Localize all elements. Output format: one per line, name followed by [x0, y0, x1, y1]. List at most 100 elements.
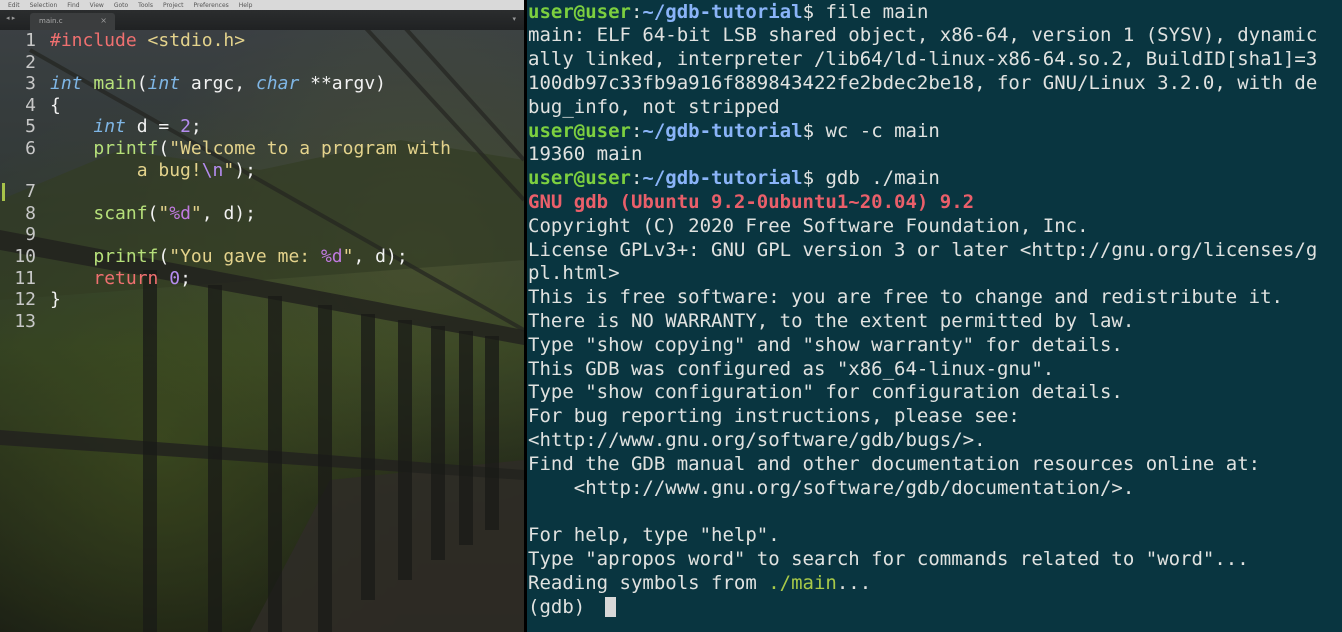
code-text: scanf("%d", d);	[50, 203, 256, 225]
code-line: 6 printf("Welcome to a program with a bu…	[0, 138, 524, 181]
terminal-text: Find the GDB manual and other documentat…	[528, 452, 1261, 475]
menu-item-project[interactable]: Project	[163, 2, 184, 9]
terminal-line: (gdb)	[528, 596, 616, 620]
terminal-line: user@user:~/gdb-tutorial$ gdb ./main	[528, 167, 940, 191]
terminal-line: For bug reporting instructions, please s…	[528, 405, 1020, 429]
line-number: 4	[25, 94, 36, 116]
tab-nav-arrows-icon[interactable]: ◂ ▸	[6, 14, 15, 22]
terminal-line: Type "show copying" and "show warranty" …	[528, 334, 1123, 358]
code-token: scanf	[93, 202, 148, 224]
terminal-line: For help, type "help".	[528, 524, 780, 548]
code-token: #include	[50, 30, 137, 51]
line-number: 8	[25, 202, 36, 224]
code-line: 4{	[0, 95, 524, 117]
menu-item-tools[interactable]: Tools	[138, 2, 153, 9]
line-number: 7	[25, 181, 36, 203]
menu-item-find[interactable]: Find	[67, 2, 79, 9]
code-text: printf("Welcome to a program with a bug!…	[50, 138, 451, 181]
prompt-path: ~/gdb-tutorial	[642, 119, 803, 142]
line-number: 12	[14, 289, 36, 311]
terminal-text: For help, type "help".	[528, 524, 780, 547]
code-token: (	[136, 73, 148, 95]
terminal-text: Copyright (C) 2020 Free Software Foundat…	[528, 214, 1089, 237]
menu-item-edit[interactable]: Edit	[8, 2, 20, 9]
code-token: ;	[190, 116, 202, 138]
code-text: {	[50, 95, 61, 117]
terminal-line: GNU gdb (Ubuntu 9.2-0ubuntu1~20.04) 9.2	[528, 191, 974, 215]
terminal-line: Find the GDB manual and other documentat…	[528, 453, 1260, 477]
prompt-user: user@user	[528, 119, 631, 142]
code-token: "	[158, 202, 170, 224]
code-token: (	[147, 202, 159, 224]
terminal-text: 100db97c33fb9a916f889843422fe2bdec2be18,…	[528, 71, 1318, 94]
code-token: argc,	[180, 73, 256, 95]
code-token: <stdio.h>	[147, 30, 246, 51]
menu-item-view[interactable]: View	[90, 2, 104, 9]
terminal-text: $ file main	[802, 0, 929, 23]
code-text: #include <stdio.h>	[50, 30, 245, 52]
tab-main-c[interactable]: main.c ×	[30, 13, 115, 30]
terminal-text: Type "show configuration" for configurat…	[528, 381, 1123, 404]
prompt-user: user@user	[528, 167, 631, 190]
terminal-text: There is NO WARRANTY, to the extent perm…	[528, 309, 1135, 332]
terminal-text: main: ELF 64-bit LSB shared object, x86-…	[528, 24, 1318, 47]
terminal-text: Type "show copying" and "show warranty" …	[528, 333, 1123, 356]
code-token: int	[147, 73, 181, 95]
code-line: 12}	[0, 289, 524, 311]
code-line: 7	[0, 181, 524, 203]
menu-item-selection[interactable]: Selection	[30, 2, 58, 9]
code-text: int main(int argc, char **argv)	[50, 73, 386, 95]
code-editor-pane[interactable]: Edit Selection Find View Goto Tools Project Pre…	[0, 0, 524, 632]
menu-item-preferences[interactable]: Preferences	[193, 2, 228, 9]
line-number: 10	[14, 245, 36, 267]
code-token: );	[234, 159, 256, 181]
code-token: %d	[169, 202, 191, 224]
terminal-text: $ gdb ./main	[802, 167, 940, 190]
terminal-pane[interactable]: user@user:~/gdb-tutorial$ file main main:…	[527, 0, 1342, 632]
code-text: printf("You gave me: %d", d);	[50, 245, 408, 268]
code-line: 11 return 0;	[0, 268, 524, 290]
prompt-path: ~/gdb-tutorial	[642, 167, 803, 190]
code-token: }	[50, 289, 61, 311]
code-text: }	[50, 289, 61, 311]
code-token: printf	[93, 137, 159, 159]
code-token: ;	[180, 267, 191, 289]
terminal-text: License GPLv3+: GNU GPL version 3 or lat…	[528, 238, 1318, 261]
code-token: (	[158, 245, 170, 267]
code-token: int	[50, 73, 83, 95]
terminal-text: This GDB was configured as "x86_64-linux…	[528, 357, 1055, 380]
terminal-line: main: ELF 64-bit LSB shared object, x86-…	[528, 24, 1317, 48]
terminal-line: Reading symbols from ./main...	[528, 572, 871, 596]
source-code[interactable]: 1 #include <stdio.h> 2 3 int main(int argc, …	[0, 30, 524, 332]
code-line: 5 int d = 2;	[0, 116, 524, 138]
code-token: int	[93, 116, 126, 138]
terminal-cursor[interactable]	[604, 596, 616, 617]
code-token: return	[93, 267, 159, 289]
code-token: "	[190, 202, 202, 224]
line-number: 13	[14, 310, 36, 332]
code-line: 10 printf("You gave me: %d", d);	[0, 246, 524, 268]
terminal-line: ally linked, interpreter /lib64/ld-linux…	[528, 48, 1317, 72]
code-token: char	[255, 73, 300, 95]
editor-menu-bar: Edit Selection Find View Goto Tools Project Pre…	[0, 0, 524, 10]
code-token: , d);	[353, 245, 408, 267]
code-token: **argv)	[299, 73, 386, 95]
line-number: 5	[25, 116, 36, 138]
tab-close-icon[interactable]: ×	[100, 16, 107, 25]
tab-title: main.c	[39, 17, 63, 25]
terminal-line: user@user:~/gdb-tutorial$ file main	[528, 1, 928, 25]
prompt-path: ~/gdb-tutorial	[642, 0, 803, 23]
terminal-line: 19360 main	[528, 143, 642, 167]
terminal-line: <http://www.gnu.org/software/gdb/bugs/>.	[528, 429, 986, 453]
tab-list-dropdown-icon[interactable]: ▾	[512, 15, 516, 23]
path-hl: ./main	[768, 571, 837, 594]
menu-item-goto[interactable]: Goto	[114, 2, 128, 9]
menu-item-help[interactable]: Help	[239, 2, 253, 9]
code-line: 9	[0, 224, 524, 246]
terminal-text: ...	[836, 571, 872, 594]
line-number: 1	[25, 30, 36, 51]
